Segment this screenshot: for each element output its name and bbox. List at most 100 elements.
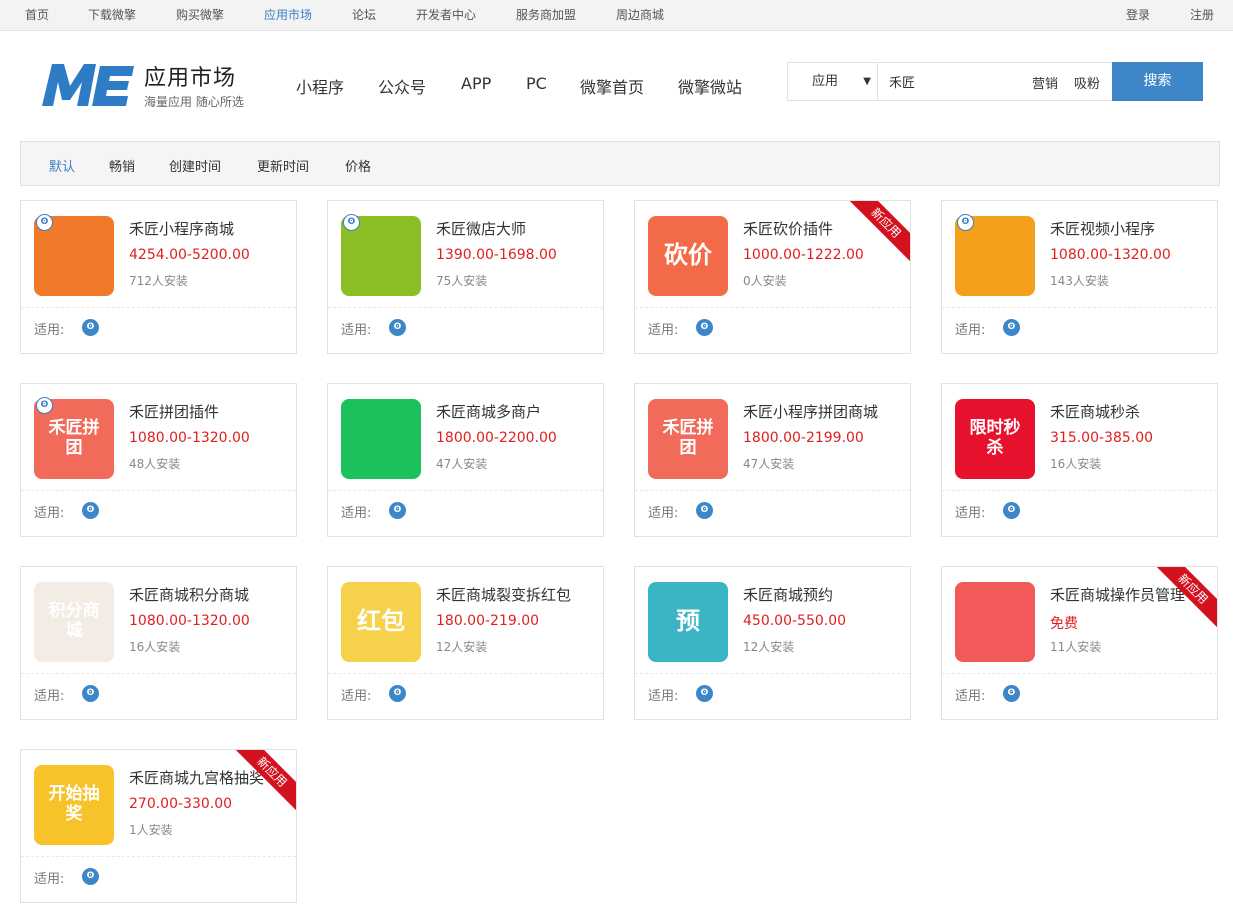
top-nav-partner[interactable]: 服务商加盟 xyxy=(516,0,576,30)
miniprogram-icon: ʘ xyxy=(1003,685,1020,702)
top-nav-download[interactable]: 下载微擎 xyxy=(88,0,136,30)
miniprogram-icon: ʘ xyxy=(1003,502,1020,519)
fit-label: 适用: xyxy=(648,506,679,521)
product-name[interactable]: 禾匠商城秒杀 xyxy=(1050,401,1140,422)
top-nav-home[interactable]: 首页 xyxy=(25,0,49,30)
product-name[interactable]: 禾匠商城多商户 xyxy=(436,401,541,422)
login-link[interactable]: 登录 xyxy=(1126,0,1150,30)
product-name[interactable]: 禾匠商城积分商城 xyxy=(129,584,249,605)
product-card[interactable]: 预禾匠商城预约 450.00-550.00 12人安装 适用: ʘ xyxy=(634,566,911,720)
product-card[interactable]: ʘ 禾匠微店大师 1390.00-1698.00 75人安装 适用: ʘ xyxy=(327,200,604,354)
product-icon[interactable] xyxy=(955,582,1035,662)
sort-best-selling[interactable]: 畅销 xyxy=(109,156,135,175)
miniprogram-icon: ʘ xyxy=(1003,319,1020,336)
main-nav-pc[interactable]: PC xyxy=(526,74,547,93)
register-link[interactable]: 注册 xyxy=(1190,0,1214,30)
top-nav-shop[interactable]: 周边商城 xyxy=(616,0,664,30)
fit-label: 适用: xyxy=(955,323,986,338)
main-nav-weiqing-site[interactable]: 微擎微站 xyxy=(678,74,742,98)
fit-label: 适用: xyxy=(341,323,372,338)
hot-word-fans[interactable]: 吸粉 xyxy=(1074,73,1100,92)
product-name[interactable]: 禾匠商城裂变拆红包 xyxy=(436,584,571,605)
search-button[interactable]: 搜索 xyxy=(1112,62,1203,101)
product-name[interactable]: 禾匠商城九宫格抽奖 xyxy=(129,767,264,788)
product-name[interactable]: 禾匠小程序商城 xyxy=(129,218,234,239)
product-name[interactable]: 禾匠拼团插件 xyxy=(129,401,219,422)
product-price: 1080.00-1320.00 xyxy=(1050,247,1171,263)
product-icon[interactable]: 禾匠拼团 xyxy=(648,399,728,479)
fit-label: 适用: xyxy=(34,689,65,704)
miniprogram-icon: ʘ xyxy=(82,319,99,336)
product-icon[interactable] xyxy=(341,399,421,479)
search-input[interactable] xyxy=(879,63,1019,100)
product-installs: 12人安装 xyxy=(743,640,795,654)
product-card[interactable]: 积分商城 禾匠商城积分商城 1080.00-1320.00 16人安装 适用: ʘ xyxy=(20,566,297,720)
product-name[interactable]: 禾匠商城预约 xyxy=(743,584,833,605)
product-name[interactable]: 禾匠商城操作员管理 xyxy=(1050,584,1185,605)
search-type-select[interactable]: 应用 ▼ xyxy=(788,63,878,100)
me-logo[interactable] xyxy=(40,60,136,108)
top-nav-buy[interactable]: 购买微擎 xyxy=(176,0,224,30)
card-divider xyxy=(328,673,603,674)
product-icon[interactable]: 预 xyxy=(648,582,728,662)
miniprogram-icon: ʘ xyxy=(82,502,99,519)
product-card[interactable]: 禾匠商城操作员管理 免费 11人安装 适用: ʘ 新应用 xyxy=(941,566,1218,720)
miniprogram-icon: ʘ xyxy=(389,319,406,336)
sort-updated-time[interactable]: 更新时间 xyxy=(257,156,309,175)
top-nav-forum[interactable]: 论坛 xyxy=(352,0,376,30)
main-nav-weiqing-home[interactable]: 微擎首页 xyxy=(580,74,644,98)
miniprogram-badge-icon: ʘ xyxy=(36,214,53,231)
product-name[interactable]: 禾匠微店大师 xyxy=(436,218,526,239)
brand-title: 应用市场 xyxy=(144,66,237,91)
product-card[interactable]: 禾匠商城多商户 1800.00-2200.00 47人安装 适用: ʘ xyxy=(327,383,604,537)
search-box: 应用 ▼ 营销 吸粉 搜索 xyxy=(787,62,1203,101)
miniprogram-badge-icon: ʘ xyxy=(957,214,974,231)
product-price: 1390.00-1698.00 xyxy=(436,247,557,263)
sort-default[interactable]: 默认 xyxy=(49,156,75,175)
product-card[interactable]: 红包 禾匠商城裂变拆红包 180.00-219.00 12人安装 适用: ʘ xyxy=(327,566,604,720)
product-installs: 143人安装 xyxy=(1050,274,1109,288)
product-card[interactable]: ʘ 禾匠小程序商城 4254.00-5200.00 712人安装 适用: ʘ xyxy=(20,200,297,354)
fit-label: 适用: xyxy=(341,689,372,704)
product-card[interactable]: 禾匠拼团 ʘ 禾匠拼团插件 1080.00-1320.00 48人安装 适用: ʘ xyxy=(20,383,297,537)
product-card[interactable]: 限时秒杀 禾匠商城秒杀 315.00-385.00 16人安装 适用: ʘ xyxy=(941,383,1218,537)
product-installs: 1人安装 xyxy=(129,823,173,837)
sort-created-time[interactable]: 创建时间 xyxy=(169,156,221,175)
product-price: 180.00-219.00 xyxy=(436,613,540,629)
card-divider xyxy=(21,673,296,674)
product-icon[interactable]: 积分商城 xyxy=(34,582,114,662)
product-installs: 75人安装 xyxy=(436,274,488,288)
product-card[interactable]: 开始抽奖 禾匠商城九宫格抽奖 270.00-330.00 1人安装 适用: ʘ 新应用 xyxy=(20,749,297,903)
product-price: 4254.00-5200.00 xyxy=(129,247,250,263)
product-price: 270.00-330.00 xyxy=(129,796,233,812)
card-divider xyxy=(635,307,910,308)
product-icon[interactable]: 限时秒杀 xyxy=(955,399,1035,479)
card-divider xyxy=(21,307,296,308)
product-name[interactable]: 禾匠砍价插件 xyxy=(743,218,833,239)
product-icon[interactable]: 砍价 xyxy=(648,216,728,296)
miniprogram-icon: ʘ xyxy=(696,685,713,702)
hot-word-marketing[interactable]: 营销 xyxy=(1032,73,1058,92)
fit-label: 适用: xyxy=(648,689,679,704)
product-card[interactable]: 禾匠拼团 禾匠小程序拼团商城 1800.00-2199.00 47人安装 适用: ʘ xyxy=(634,383,911,537)
miniprogram-icon: ʘ xyxy=(389,685,406,702)
fit-label: 适用: xyxy=(955,689,986,704)
product-icon[interactable]: 开始抽奖 xyxy=(34,765,114,845)
product-price: 1800.00-2199.00 xyxy=(743,430,864,446)
sort-price[interactable]: 价格 xyxy=(345,156,371,175)
product-icon[interactable]: 红包 xyxy=(341,582,421,662)
card-divider xyxy=(942,307,1217,308)
product-name[interactable]: 禾匠小程序拼团商城 xyxy=(743,401,878,422)
main-nav-app[interactable]: APP xyxy=(461,74,491,93)
caret-down-icon: ▼ xyxy=(863,76,871,87)
top-nav-developer[interactable]: 开发者中心 xyxy=(416,0,476,30)
sort-bar: 默认 畅销 创建时间 更新时间 价格 xyxy=(20,141,1220,186)
product-name[interactable]: 禾匠视频小程序 xyxy=(1050,218,1155,239)
main-nav-miniprogram[interactable]: 小程序 xyxy=(296,74,344,98)
product-card[interactable]: 砍价 禾匠砍价插件 1000.00-1222.00 0人安装 适用: ʘ 新应用 xyxy=(634,200,911,354)
product-card[interactable]: ʘ 禾匠视频小程序 1080.00-1320.00 143人安装适用: ʘ xyxy=(941,200,1218,354)
card-divider xyxy=(942,673,1217,674)
miniprogram-icon: ʘ xyxy=(389,502,406,519)
main-nav-official-account[interactable]: 公众号 xyxy=(378,74,426,98)
top-nav-app-market[interactable]: 应用市场 xyxy=(264,0,312,30)
